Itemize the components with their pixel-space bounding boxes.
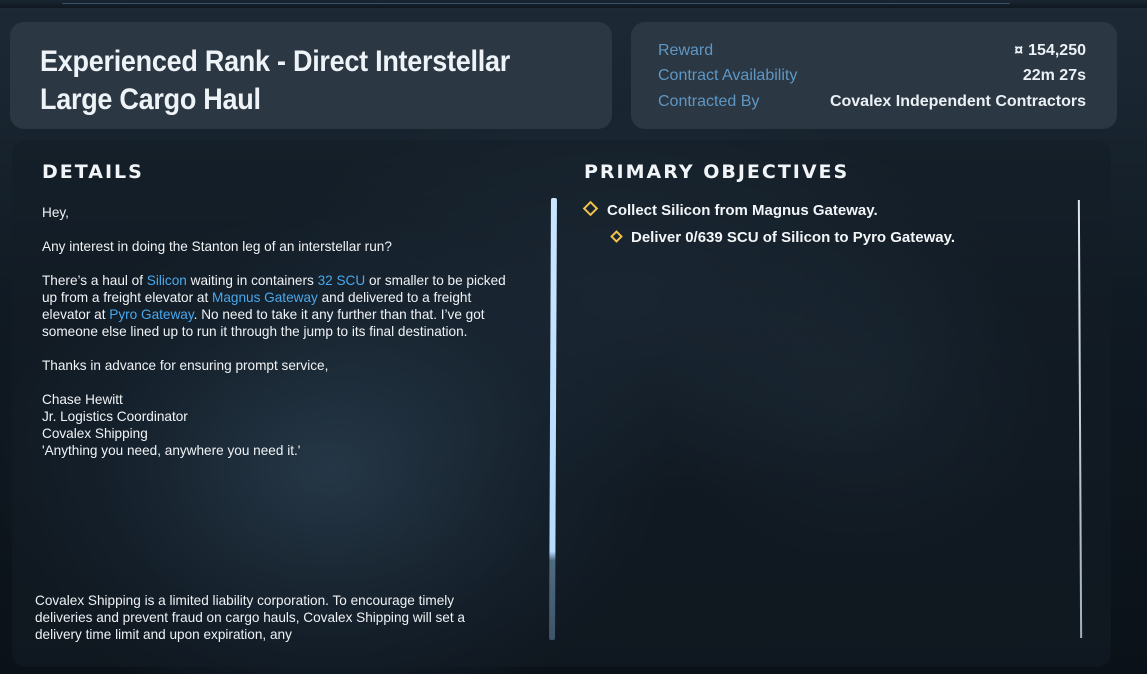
pickup-location-highlight: Magnus Gateway [212, 290, 318, 305]
contracted-by-label: Contracted By [658, 93, 760, 110]
disclaimer-text: Covalex Shipping is a limited liability … [35, 593, 465, 642]
greeting-text: Hey, [42, 205, 69, 220]
contracted-by-value: Covalex Independent Contractors [829, 93, 1086, 110]
contract-body-panel: DETAILS Hey, Any interest in doing the S… [12, 140, 1111, 667]
details-scrollbar[interactable] [549, 197, 557, 641]
top-divider [62, 3, 1010, 4]
dropoff-location-highlight: Pyro Gateway [109, 307, 194, 322]
signature-motto: 'Anything you need, anywhere you need it… [42, 443, 301, 458]
details-heading: DETAILS [42, 161, 144, 183]
reward-amount: 154,250 [1028, 42, 1086, 59]
reward-row: Reward ¤ 154,250 [631, 42, 1117, 64]
contract-title-panel: Experienced Rank - Direct Interstellar L… [10, 22, 612, 129]
details-text[interactable]: Hey, Any interest in doing the Stanton l… [42, 204, 512, 459]
intro-text: Any interest in doing the Stanton leg of… [42, 239, 392, 254]
objective-diamond-icon [610, 230, 623, 243]
objective-diamond-icon [582, 200, 599, 217]
objective-text: Collect Silicon from Magnus Gateway. [607, 202, 878, 219]
reward-value: ¤ 154,250 [1014, 42, 1086, 60]
contract-title: Experienced Rank - Direct Interstellar L… [40, 45, 510, 116]
availability-label: Contract Availability [658, 67, 798, 84]
objectives-scrollbar[interactable] [1077, 199, 1083, 639]
contract-info-panel: Reward ¤ 154,250 Contract Availability 22… [631, 22, 1117, 129]
availability-value: 22m 27s [1022, 67, 1086, 84]
signature-company: Covalex Shipping [42, 426, 148, 441]
contracted-by-row: Contracted By Covalex Independent Contra… [631, 93, 1117, 115]
haul-description: There’s a haul of Silicon waiting in con… [42, 273, 506, 339]
thanks-text: Thanks in advance for ensuring prompt se… [42, 358, 329, 373]
objectives-heading: PRIMARY OBJECTIVES [584, 161, 850, 183]
availability-row: Contract Availability 22m 27s [631, 67, 1117, 89]
top-bar [0, 0, 1147, 8]
signature-name: Chase Hewitt [42, 392, 123, 407]
objective-text: Deliver 0/639 SCU of Silicon to Pyro Gat… [631, 229, 956, 246]
reward-label: Reward [658, 42, 714, 59]
signature-title: Jr. Logistics Coordinator [42, 409, 188, 424]
commodity-highlight: Silicon [146, 273, 187, 288]
objective-subitem: Deliver 0/639 SCU of Silicon to Pyro Gat… [610, 229, 956, 246]
credits-icon: ¤ [1014, 42, 1024, 59]
container-size-highlight: 32 SCU [317, 273, 366, 288]
objective-item: Collect Silicon from Magnus Gateway. [582, 200, 878, 219]
